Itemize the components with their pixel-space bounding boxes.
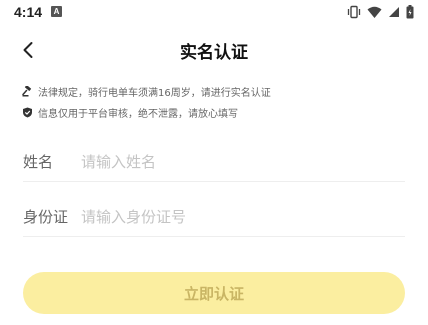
privacy-notice: 信息仅用于平台审核，绝不泄露，请放心填写 — [22, 105, 238, 120]
page-title: 实名认证 — [180, 43, 248, 63]
nav-bar: 实名认证 — [0, 30, 428, 70]
vibrate-icon — [347, 5, 361, 19]
name-input[interactable] — [81, 146, 405, 177]
notification-icon: A — [51, 6, 62, 17]
signal-icon — [389, 7, 399, 17]
legal-notice: 法律规定，骑行电单车须满16周岁，请进行实名认证 — [22, 84, 271, 99]
status-icons — [347, 4, 414, 20]
legal-notice-text: 法律规定，骑行电单车须满16周岁，请进行实名认证 — [38, 88, 271, 99]
status-time: 4:14 — [14, 4, 43, 20]
shield-icon — [23, 107, 32, 118]
name-label: 姓名 — [23, 153, 54, 171]
name-field-row: 姓名 — [23, 142, 405, 182]
status-bar: 4:14 A — [0, 0, 428, 26]
id-number-input[interactable] — [81, 201, 405, 232]
privacy-notice-text: 信息仅用于平台审核，绝不泄露，请放心填写 — [38, 109, 238, 120]
id-field-row: 身份证 — [23, 197, 405, 237]
id-number-label: 身份证 — [23, 208, 69, 226]
gavel-icon — [22, 86, 32, 97]
wifi-icon — [367, 6, 382, 18]
battery-icon — [406, 5, 414, 19]
verify-button[interactable]: 立即认证 — [23, 272, 405, 314]
